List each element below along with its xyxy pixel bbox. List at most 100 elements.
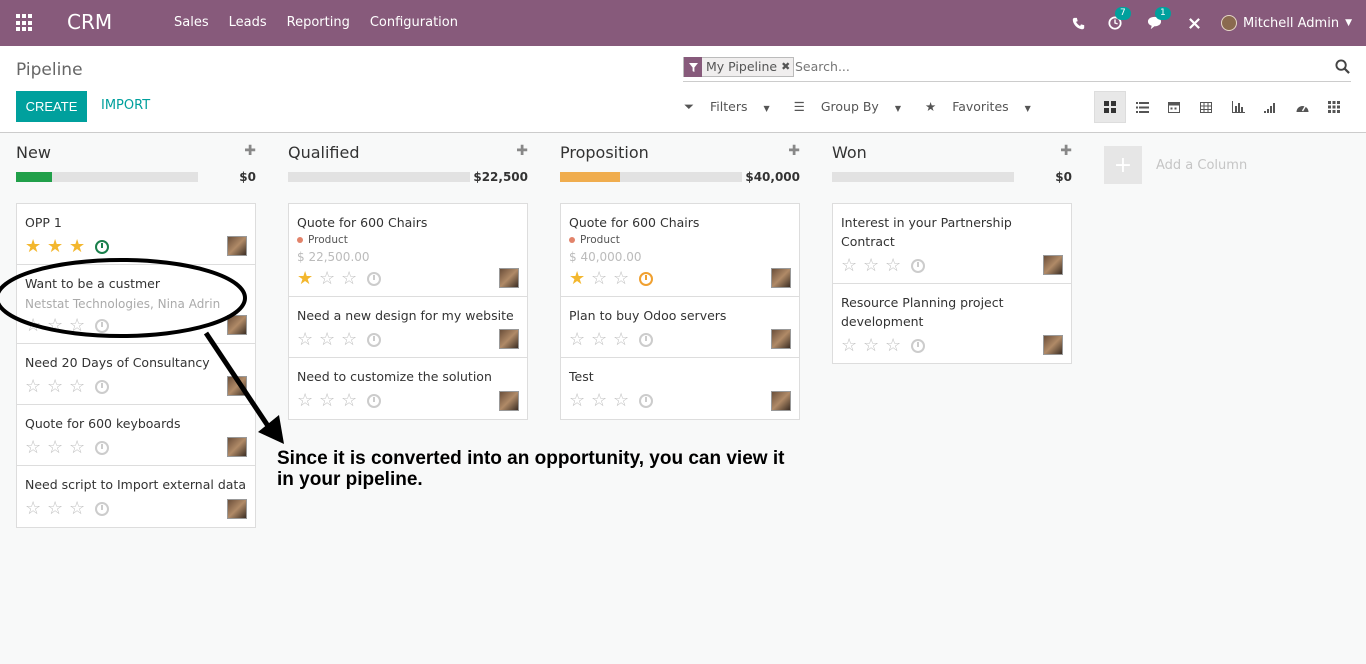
salesperson-avatar[interactable] — [227, 437, 247, 457]
priority-star-icon[interactable]: ☆ — [47, 317, 69, 335]
column-add-icon[interactable]: ✚ — [244, 143, 256, 159]
column-progress-bar[interactable] — [288, 172, 470, 182]
salesperson-avatar[interactable] — [771, 329, 791, 349]
activity-clock-icon[interactable] — [95, 502, 109, 516]
activity-clock-icon[interactable] — [639, 272, 653, 286]
apps-icon[interactable] — [16, 14, 34, 32]
salesperson-avatar[interactable] — [499, 268, 519, 288]
salesperson-avatar[interactable] — [499, 391, 519, 411]
priority-star-icon[interactable]: ☆ — [297, 331, 319, 349]
salesperson-avatar[interactable] — [227, 315, 247, 335]
kanban-card[interactable]: Quote for 600 Chairs Product $ 22,500.00 ★ ☆… — [289, 204, 527, 297]
activity-clock-icon[interactable] — [911, 339, 925, 353]
activity-icon[interactable]: 7 — [1105, 7, 1131, 33]
priority-star-icon[interactable]: ☆ — [613, 270, 635, 288]
salesperson-avatar[interactable] — [227, 376, 247, 396]
menu-item-configuration[interactable]: Configuration — [370, 15, 458, 30]
priority-star-icon[interactable]: ☆ — [319, 331, 341, 349]
kanban-card[interactable]: Resource Planning project development ☆ ☆ ☆ — [833, 284, 1071, 363]
activity-clock-icon[interactable] — [367, 333, 381, 347]
salesperson-avatar[interactable] — [499, 329, 519, 349]
dashboard-view-button[interactable] — [1286, 91, 1318, 123]
calendar-view-button[interactable] — [1158, 91, 1190, 123]
search-icon[interactable] — [1335, 59, 1351, 75]
kanban-card[interactable]: Plan to buy Odoo servers ☆ ☆ ☆ — [561, 297, 799, 358]
activity-clock-icon[interactable] — [911, 259, 925, 273]
graph-view-button[interactable] — [1222, 91, 1254, 123]
grid-view-button[interactable] — [1318, 91, 1350, 123]
chat-icon[interactable]: 1 — [1145, 7, 1171, 33]
priority-star-icon[interactable]: ☆ — [591, 392, 613, 410]
kanban-card[interactable]: Interest in your Partnership Contract ☆ ☆ ☆ — [833, 204, 1071, 284]
priority-star-icon[interactable]: ☆ — [591, 331, 613, 349]
priority-star-icon[interactable]: ☆ — [69, 500, 91, 518]
salesperson-avatar[interactable] — [1043, 335, 1063, 355]
kanban-card[interactable]: Need a new design for my website ☆ ☆ ☆ — [289, 297, 527, 358]
priority-star-icon[interactable]: ☆ — [69, 439, 91, 457]
menu-item-sales[interactable]: Sales — [174, 15, 209, 30]
priority-star-icon[interactable]: ★ — [47, 238, 69, 256]
pivot-view-button[interactable] — [1190, 91, 1222, 123]
cohort-view-button[interactable] — [1254, 91, 1286, 123]
column-progress-bar[interactable] — [832, 172, 1014, 182]
salesperson-avatar[interactable] — [227, 499, 247, 519]
add-column-button[interactable]: + Add a Column — [1104, 146, 1247, 184]
activity-clock-icon[interactable] — [95, 319, 109, 333]
activity-clock-icon[interactable] — [95, 380, 109, 394]
search-input[interactable] — [795, 59, 1295, 74]
priority-star-icon[interactable]: ☆ — [47, 378, 69, 396]
priority-star-icon[interactable]: ☆ — [25, 317, 47, 335]
priority-star-icon[interactable]: ★ — [569, 270, 591, 288]
priority-star-icon[interactable]: ☆ — [341, 331, 363, 349]
column-add-icon[interactable]: ✚ — [1060, 143, 1072, 159]
user-menu[interactable]: Mitchell Admin ▼ — [1220, 15, 1352, 31]
salesperson-avatar[interactable] — [227, 236, 247, 256]
filters-dropdown[interactable]: ⏷ Filters ▼ — [684, 99, 782, 115]
kanban-card[interactable]: Quote for 600 keyboards ☆ ☆ ☆ — [17, 405, 255, 466]
menu-item-reporting[interactable]: Reporting — [287, 15, 350, 30]
salesperson-avatar[interactable] — [771, 268, 791, 288]
priority-star-icon[interactable]: ★ — [297, 270, 319, 288]
kanban-card[interactable]: Quote for 600 Chairs Product $ 40,000.00 ★ ☆… — [561, 204, 799, 297]
kanban-card[interactable]: Need to customize the solution ☆ ☆ ☆ — [289, 358, 527, 419]
kanban-card[interactable]: Want to be a custmer Netstat Technologies… — [17, 265, 255, 344]
activity-clock-icon[interactable] — [95, 441, 109, 455]
import-button[interactable]: IMPORT — [101, 98, 150, 113]
kanban-card[interactable]: Test ☆ ☆ ☆ — [561, 358, 799, 419]
phone-icon[interactable] — [1069, 13, 1089, 33]
activity-clock-icon[interactable] — [639, 394, 653, 408]
priority-star-icon[interactable]: ☆ — [863, 257, 885, 275]
menu-item-leads[interactable]: Leads — [229, 15, 267, 30]
salesperson-avatar[interactable] — [1043, 255, 1063, 275]
kanban-card[interactable]: OPP 1 ★ ★ ★ — [17, 204, 255, 265]
priority-star-icon[interactable]: ☆ — [297, 392, 319, 410]
priority-star-icon[interactable]: ☆ — [69, 378, 91, 396]
activity-clock-icon[interactable] — [367, 272, 381, 286]
activity-clock-icon[interactable] — [95, 240, 109, 254]
priority-star-icon[interactable]: ☆ — [885, 257, 907, 275]
priority-star-icon[interactable]: ☆ — [841, 337, 863, 355]
priority-star-icon[interactable]: ★ — [25, 238, 47, 256]
priority-star-icon[interactable]: ☆ — [25, 439, 47, 457]
activity-clock-icon[interactable] — [367, 394, 381, 408]
priority-star-icon[interactable]: ☆ — [613, 392, 635, 410]
list-view-button[interactable] — [1126, 91, 1158, 123]
column-progress-bar[interactable] — [560, 172, 742, 182]
kanban-card[interactable]: Need 20 Days of Consultancy ☆ ☆ ☆ — [17, 344, 255, 405]
create-button[interactable]: CREATE — [16, 91, 87, 122]
remove-facet-icon[interactable]: ✖ — [781, 58, 793, 76]
column-add-icon[interactable]: ✚ — [788, 143, 800, 159]
salesperson-avatar[interactable] — [771, 391, 791, 411]
priority-star-icon[interactable]: ☆ — [613, 331, 635, 349]
kanban-view-button[interactable] — [1094, 91, 1126, 123]
priority-star-icon[interactable]: ☆ — [47, 439, 69, 457]
column-add-icon[interactable]: ✚ — [516, 143, 528, 159]
priority-star-icon[interactable]: ☆ — [25, 500, 47, 518]
favorites-dropdown[interactable]: ★ Favorites ▼ — [925, 99, 1043, 115]
priority-star-icon[interactable]: ☆ — [319, 392, 341, 410]
priority-star-icon[interactable]: ☆ — [863, 337, 885, 355]
priority-star-icon[interactable]: ☆ — [25, 378, 47, 396]
groupby-dropdown[interactable]: ☰ Group By ▼ — [794, 99, 913, 115]
close-icon[interactable] — [1185, 13, 1205, 33]
priority-star-icon[interactable]: ★ — [69, 238, 91, 256]
